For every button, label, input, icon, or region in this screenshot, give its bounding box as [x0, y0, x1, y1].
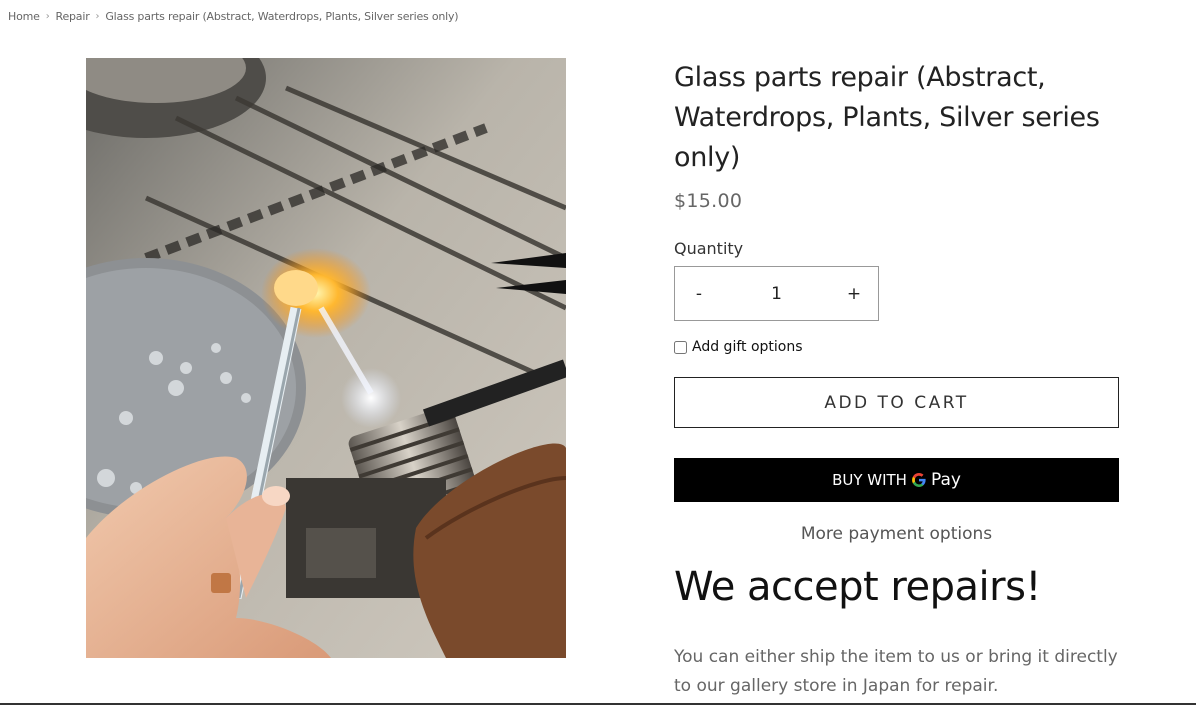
product-price: $15.00: [674, 190, 743, 212]
breadcrumb-current: Glass parts repair (Abstract, Waterdrops…: [105, 10, 459, 23]
repairs-heading: We accept repairs!: [674, 564, 1041, 610]
product-title: Glass parts repair (Abstract, Waterdrops…: [674, 62, 1100, 173]
quantity-input[interactable]: 1: [723, 284, 830, 304]
repairs-description: You can either ship the item to us or br…: [674, 647, 1118, 697]
breadcrumb-separator: ›: [95, 11, 100, 22]
gift-options[interactable]: Add gift options: [674, 339, 1119, 355]
gift-options-label: Add gift options: [692, 339, 803, 355]
product-info: Glass parts repair (Abstract, Waterdrops…: [674, 58, 1119, 718]
buy-with-gpay-button[interactable]: BUY WITH Pay: [674, 458, 1119, 502]
quantity-decrease-button[interactable]: -: [675, 284, 723, 304]
quantity-label: Quantity: [674, 239, 744, 258]
quantity-increase-button[interactable]: +: [830, 284, 878, 304]
more-payment-options-link[interactable]: More payment options: [674, 524, 1119, 544]
breadcrumb-repair[interactable]: Repair: [56, 10, 90, 23]
quantity-stepper: - 1 +: [674, 266, 879, 321]
breadcrumb-home[interactable]: Home: [8, 10, 40, 23]
product-photo-illustration: [86, 58, 566, 658]
pay-label: Pay: [930, 470, 961, 490]
breadcrumb: Home › Repair › Glass parts repair (Abst…: [8, 10, 459, 23]
buy-with-label: BUY WITH: [832, 471, 907, 489]
google-g-icon: [911, 472, 927, 488]
product-image[interactable]: [86, 58, 566, 658]
add-to-cart-button[interactable]: ADD TO CART: [674, 377, 1119, 428]
gift-options-checkbox[interactable]: [674, 340, 687, 354]
breadcrumb-separator: ›: [45, 11, 50, 22]
